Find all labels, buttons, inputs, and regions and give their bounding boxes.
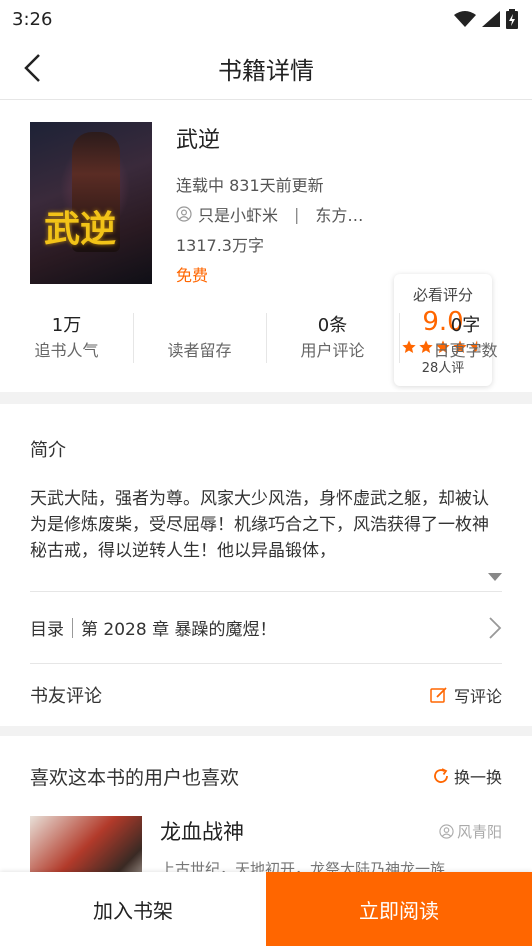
signal-icon (482, 11, 500, 27)
user-icon (439, 823, 454, 839)
toc-row[interactable]: 目录 第 2028 章 暴躁的魔煜！ (30, 592, 502, 664)
also-liked-header: 喜欢这本书的用户也喜欢 换一换 (30, 736, 502, 816)
book-cover[interactable]: 武逆 (30, 122, 152, 284)
refresh-label: 换一换 (453, 768, 502, 787)
stat-label: 追书人气 (34, 341, 99, 360)
chevron-left-icon (24, 54, 40, 82)
battery-icon (506, 9, 518, 29)
toc-label: 目录 (30, 620, 64, 640)
stat-retention: 读者留存 (133, 311, 266, 363)
book-stats: 1万 追书人气 读者留存 0条 用户评论 0字 日更字数 (0, 302, 532, 370)
page-title: 书籍详情 (218, 57, 314, 85)
book-price: 免费 (176, 266, 209, 285)
bottom-action-bar: 加入书架 立即阅读 (0, 872, 532, 946)
comments-header: 书友评论 写评论 (30, 664, 502, 726)
intro-text[interactable]: 天武大陆，强者为尊。风家大少风浩，身怀虚武之躯，却被认为是修炼废柴，受尽屈辱！机… (30, 486, 502, 564)
stat-reviews: 0条 用户评论 (266, 311, 399, 363)
intro-title: 简介 (30, 440, 66, 461)
read-now-button[interactable]: 立即阅读 (266, 872, 532, 946)
nav-bar: 书籍详情 (0, 38, 532, 100)
refresh-icon (434, 768, 448, 783)
edit-icon (430, 687, 447, 703)
status-bar: 3:26 (0, 0, 532, 38)
book-author-line: 只是小虾米 | 东方… (176, 202, 396, 226)
cover-title: 武逆 (44, 208, 117, 250)
book-header: 武逆 武逆 连载中 831天前更新 只是小虾米 | 东方… 1317.3万字 免… (0, 100, 532, 386)
book-author[interactable]: 只是小虾米 (198, 202, 278, 226)
recommended-book-title: 龙血战神 (160, 820, 244, 844)
intro-section: 简介 天武大陆，强者为尊。风家大少风浩，身怀虚武之躯，却被认为是修炼废柴，受尽屈… (0, 404, 532, 726)
also-liked-title: 喜欢这本书的用户也喜欢 (30, 766, 240, 789)
stat-label: 日更字数 (433, 341, 498, 360)
add-to-shelf-button[interactable]: 加入书架 (0, 872, 266, 946)
recommended-author-name: 风青阳 (456, 822, 502, 841)
book-word-count: 1317.3万字 (176, 236, 264, 255)
comments-title: 书友评论 (30, 686, 102, 707)
author-separator: | (294, 204, 300, 224)
intro-expand[interactable] (30, 564, 502, 592)
book-info: 武逆 连载中 831天前更新 只是小虾米 | 东方… 1317.3万字 免费 (176, 122, 396, 302)
wifi-icon (454, 11, 476, 27)
stat-label: 读者留存 (167, 341, 232, 360)
book-category[interactable]: 东方… (315, 202, 363, 226)
stat-label: 用户评论 (300, 341, 365, 360)
stat-value: 1万 (51, 315, 82, 336)
refresh-button[interactable]: 换一换 (432, 764, 502, 788)
stat-value (133, 311, 266, 335)
write-review-label: 写评论 (453, 687, 502, 706)
book-status-update: 连载中 831天前更新 (176, 176, 324, 195)
back-button[interactable] (14, 50, 50, 86)
toc-latest-chapter: 第 2028 章 暴躁的魔煜！ (81, 620, 277, 640)
stat-value: 0条 (317, 315, 348, 336)
rating-label: 必看评分 (412, 286, 473, 304)
stat-popularity: 1万 追书人气 (0, 311, 133, 361)
stat-daily-words: 0字 日更字数 (399, 311, 532, 363)
recommended-book-author: 风青阳 (439, 821, 502, 842)
status-time: 3:26 (12, 8, 53, 30)
chevron-right-icon (489, 616, 502, 639)
section-divider (0, 726, 532, 736)
user-icon (176, 206, 192, 222)
stat-value: 0字 (450, 315, 481, 336)
caret-down-icon[interactable] (488, 572, 502, 582)
section-divider (0, 392, 532, 404)
book-title: 武逆 (176, 128, 221, 153)
status-icons (454, 9, 518, 29)
toc-divider (72, 617, 73, 638)
write-review-button[interactable]: 写评论 (430, 683, 502, 707)
